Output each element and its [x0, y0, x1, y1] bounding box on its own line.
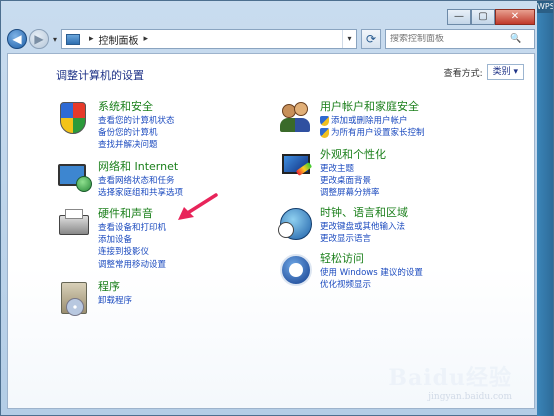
back-button[interactable]: ◀: [7, 29, 27, 49]
category-title[interactable]: 硬件和声音: [98, 207, 166, 221]
category-hardware-sound: 硬件和声音 查看设备和打印机 添加设备 连接到投影仪 调整常用移动设置: [56, 207, 166, 271]
category-title[interactable]: 网络和 Internet: [98, 160, 183, 174]
uac-shield-icon: [320, 116, 329, 127]
ease-of-access-icon[interactable]: [278, 252, 316, 290]
clock-globe-icon[interactable]: [278, 206, 316, 244]
programs-icon[interactable]: [56, 280, 94, 318]
annotation-arrow-icon: [178, 193, 218, 220]
link-recommended-settings[interactable]: 使用 Windows 建议的设置: [320, 267, 423, 279]
minimize-button[interactable]: —: [447, 9, 471, 25]
breadcrumb-separator-icon[interactable]: ▸: [144, 34, 149, 44]
uac-shield-icon: [320, 128, 329, 139]
link-parental-controls[interactable]: 为所有用户设置家长控制: [320, 127, 425, 139]
link-optimize-visual[interactable]: 优化视频显示: [320, 279, 423, 291]
maximize-button[interactable]: ▢: [471, 9, 495, 25]
breadcrumb-control-panel[interactable]: 控制面板: [99, 32, 139, 47]
printer-icon[interactable]: [56, 207, 94, 245]
taskbar-edge: WPS: [537, 1, 553, 416]
link-devices-printers[interactable]: 查看设备和打印机: [98, 222, 166, 234]
view-by: 查看方式: 类别 ▾: [444, 64, 524, 80]
link-troubleshoot[interactable]: 查找并解决问题: [98, 139, 175, 151]
link-change-theme[interactable]: 更改主题: [320, 163, 386, 175]
link-connect-projector[interactable]: 连接到投影仪: [98, 246, 166, 258]
category-title[interactable]: 外观和个性化: [320, 148, 386, 162]
link-mobility-settings[interactable]: 调整常用移动设置: [98, 259, 166, 271]
taskbar-wps-tab[interactable]: WPS: [537, 1, 553, 13]
link-network-status[interactable]: 查看网络状态和任务: [98, 175, 183, 187]
link-backup-computer[interactable]: 备份您的计算机: [98, 127, 175, 139]
watermark: Baidu经验 jingyan.baidu.com: [388, 360, 512, 402]
forward-button[interactable]: ▶: [29, 29, 49, 49]
link-display-language[interactable]: 更改显示语言: [320, 233, 408, 245]
network-icon[interactable]: [56, 160, 94, 198]
breadcrumb-separator-icon[interactable]: ▸: [89, 34, 94, 44]
link-add-device[interactable]: 添加设备: [98, 234, 166, 246]
content-pane: 调整计算机的设置 查看方式: 类别 ▾ 系统和安全 查看您的计算机状态 备份您的…: [7, 53, 535, 409]
watermark-url: jingyan.baidu.com: [428, 392, 512, 402]
category-appearance: 外观和个性化 更改主题 更改桌面背景 调整屏幕分辨率: [278, 148, 386, 200]
link-view-computer-status[interactable]: 查看您的计算机状态: [98, 115, 175, 127]
view-by-label: 查看方式:: [443, 68, 483, 79]
appearance-icon[interactable]: [278, 148, 316, 186]
category-title[interactable]: 程序: [98, 280, 132, 294]
link-change-input-method[interactable]: 更改键盘或其他输入法: [320, 221, 408, 233]
category-user-accounts: 用户帐户和家庭安全 添加或删除用户帐户 为所有用户设置家长控制: [278, 100, 425, 139]
watermark-logo: Baidu经验: [388, 365, 512, 391]
close-button[interactable]: ✕: [495, 9, 535, 25]
security-shield-icon[interactable]: [56, 100, 94, 138]
category-system-security: 系统和安全 查看您的计算机状态 备份您的计算机 查找并解决问题: [56, 100, 175, 152]
category-title[interactable]: 时钟、语言和区域: [320, 206, 408, 220]
category-title[interactable]: 系统和安全: [98, 100, 175, 114]
category-ease-of-access: 轻松访问 使用 Windows 建议的设置 优化视频显示: [278, 252, 423, 291]
category-programs: 程序 卸载程序: [56, 280, 132, 318]
link-homegroup-sharing[interactable]: 选择家庭组和共享选项: [98, 187, 183, 199]
link-desktop-background[interactable]: 更改桌面背景: [320, 175, 386, 187]
link-uninstall-program[interactable]: 卸载程序: [98, 295, 132, 307]
category-clock-language-region: 时钟、语言和区域 更改键盘或其他输入法 更改显示语言: [278, 206, 408, 245]
link-screen-resolution[interactable]: 调整屏幕分辨率: [320, 187, 386, 199]
category-title[interactable]: 轻松访问: [320, 252, 423, 266]
category-title[interactable]: 用户帐户和家庭安全: [320, 100, 425, 114]
category-network-internet: 网络和 Internet 查看网络状态和任务 选择家庭组和共享选项: [56, 160, 183, 199]
page-title: 调整计算机的设置: [56, 69, 144, 82]
address-bar[interactable]: ▸ 控制面板 ▸ ▾: [61, 29, 357, 49]
navigation-bar: ◀ ▶ ▾ ▸ 控制面板 ▸ ▾ ⟳ 🔍: [7, 28, 535, 50]
view-by-dropdown[interactable]: 类别 ▾: [486, 64, 524, 80]
link-add-remove-users[interactable]: 添加或删除用户帐户: [320, 115, 425, 127]
search-box[interactable]: 🔍: [385, 29, 535, 49]
history-dropdown-icon[interactable]: ▾: [53, 35, 57, 44]
search-input[interactable]: [390, 34, 510, 44]
refresh-button[interactable]: ⟳: [361, 29, 381, 49]
search-icon[interactable]: 🔍: [510, 34, 521, 44]
control-panel-window: WPS — ▢ ✕ ◀ ▶ ▾ ▸ 控制面板 ▸ ▾ ⟳ 🔍 调整计算机的设置 …: [0, 0, 554, 416]
control-panel-icon: [66, 33, 81, 45]
address-dropdown-icon[interactable]: ▾: [342, 30, 356, 48]
caption-buttons: — ▢ ✕: [447, 9, 535, 25]
users-icon[interactable]: [278, 100, 316, 138]
